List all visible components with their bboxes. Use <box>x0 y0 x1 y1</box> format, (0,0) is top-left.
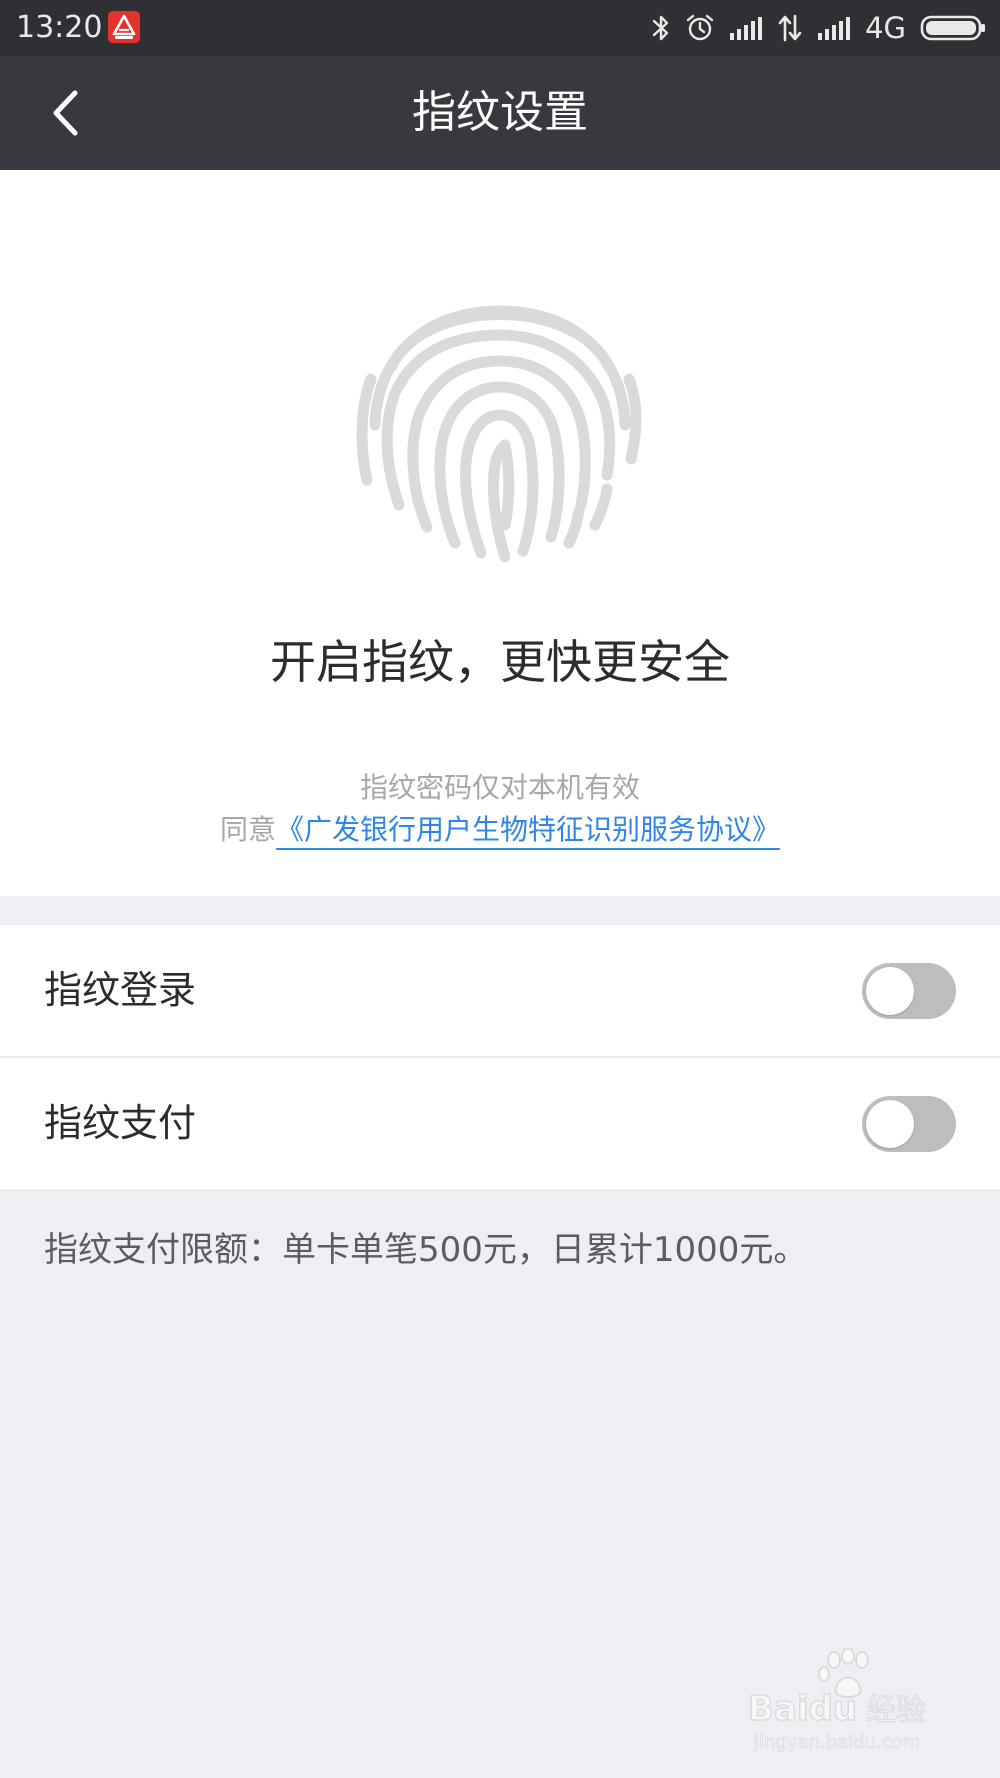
toggle-knob <box>866 1100 914 1148</box>
data-transfer-icon <box>778 14 802 42</box>
battery-icon <box>920 15 985 41</box>
status-bar: 13:20 4G <box>0 0 1000 56</box>
device-only-note: 指纹密码仅对本机有效 <box>359 771 640 804</box>
status-icons: 4G <box>651 10 986 46</box>
back-button[interactable] <box>30 78 100 148</box>
hero-title: 开启指纹，更快更安全 <box>270 635 730 689</box>
toggle-knob <box>866 967 914 1015</box>
signal-icon <box>730 17 763 40</box>
baidu-watermark: Baidu 经验 jingyan.baidu.com <box>747 1647 948 1758</box>
network-type: 4G <box>865 11 906 45</box>
setting-row-fingerprint-login: 指纹登录 <box>0 925 1000 1056</box>
setting-row-fingerprint-payment: 指纹支付 <box>0 1056 1000 1189</box>
payment-limit-note: 指纹支付限额：单卡单笔500元，日累计1000元。 <box>44 1230 808 1270</box>
agreement-link[interactable]: 《广发银行用户生物特征识别服务协议》 <box>276 813 781 850</box>
fingerprint-icon <box>356 305 642 563</box>
page-title: 指纹设置 <box>412 87 588 138</box>
chevron-left-icon <box>53 90 78 136</box>
signal-icon <box>818 17 851 40</box>
fingerprint-login-toggle[interactable] <box>862 963 956 1019</box>
alarm-icon <box>686 14 714 41</box>
agreement-prefix: 同意 <box>219 813 276 846</box>
app-logo-icon <box>108 11 140 43</box>
setting-label: 指纹支付 <box>44 1101 197 1145</box>
baidu-paw-icon: Baidu 经验 jingyan.baidu.com <box>747 1647 927 1753</box>
fingerprint-payment-toggle[interactable] <box>862 1096 956 1152</box>
watermark-brand-cn: 经验 <box>866 1693 926 1728</box>
bluetooth-icon <box>652 15 669 41</box>
fingerprint-hero: 开启指纹，更快更安全 指纹密码仅对本机有效 同意《广发银行用户生物特征识别服务协… <box>0 170 1000 896</box>
status-time: 13:20 <box>16 10 103 45</box>
agreement-line: 同意《广发银行用户生物特征识别服务协议》 <box>0 810 1000 850</box>
watermark-url: jingyan.baidu.com <box>753 1732 920 1753</box>
setting-label: 指纹登录 <box>44 968 197 1012</box>
nav-bar: 指纹设置 <box>0 56 1000 170</box>
watermark-brand: Baidu <box>748 1689 857 1729</box>
settings-list: 指纹登录 指纹支付 <box>0 925 1000 1189</box>
